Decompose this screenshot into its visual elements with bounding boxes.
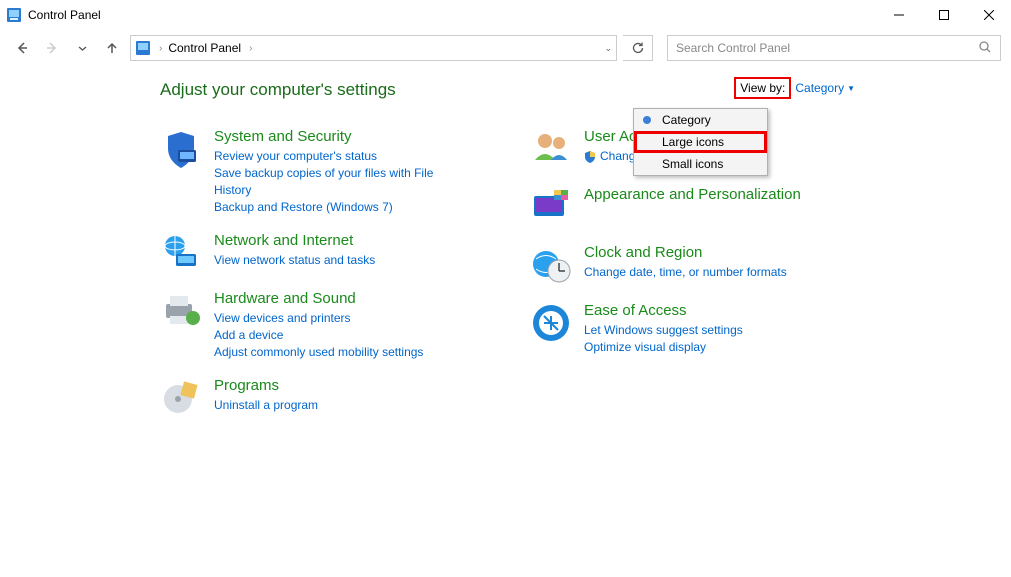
category-columns: System and Security Review your computer… bbox=[160, 128, 1011, 435]
window-controls bbox=[876, 0, 1011, 30]
category-link[interactable]: Backup and Restore (Windows 7) bbox=[214, 199, 470, 216]
category-hardware-sound: Hardware and Sound View devices and prin… bbox=[160, 290, 470, 361]
search-input[interactable]: Search Control Panel bbox=[667, 35, 1001, 61]
control-panel-icon bbox=[135, 40, 151, 56]
monitor-swatches-icon bbox=[530, 186, 572, 228]
category-title[interactable]: Clock and Region bbox=[584, 244, 787, 262]
address-dropdown-button[interactable]: ⌄ bbox=[604, 43, 612, 54]
view-by-menu-item-large-icons[interactable]: Large icons bbox=[634, 131, 767, 153]
category-link[interactable]: Review your computer's status bbox=[214, 148, 470, 165]
navigation-row: › Control Panel › ⌄ Search Control Panel bbox=[0, 30, 1011, 66]
page-heading: Adjust your computer's settings bbox=[160, 80, 1011, 100]
chevron-down-icon: ▼ bbox=[847, 84, 855, 93]
uac-shield-icon bbox=[584, 151, 596, 163]
left-column: System and Security Review your computer… bbox=[160, 128, 470, 435]
category-title[interactable]: Network and Internet bbox=[214, 232, 375, 250]
control-panel-icon bbox=[6, 7, 22, 23]
shield-monitor-icon bbox=[160, 128, 202, 170]
category-link[interactable]: Let Windows suggest settings bbox=[584, 322, 743, 339]
category-link[interactable]: Save backup copies of your files with Fi… bbox=[214, 165, 470, 199]
close-button[interactable] bbox=[966, 0, 1011, 30]
view-by-control: View by: Category ▼ Category Large icons… bbox=[734, 77, 855, 99]
category-link[interactable]: View network status and tasks bbox=[214, 252, 375, 269]
category-title[interactable]: Ease of Access bbox=[584, 302, 743, 320]
clock-globe-icon bbox=[530, 244, 572, 286]
users-icon bbox=[530, 128, 572, 170]
breadcrumb[interactable]: Control Panel bbox=[168, 41, 241, 55]
view-by-value: Category bbox=[795, 81, 844, 95]
category-link[interactable]: Optimize visual display bbox=[584, 339, 743, 356]
up-button[interactable] bbox=[100, 36, 124, 60]
category-programs: Programs Uninstall a program bbox=[160, 377, 470, 419]
category-title[interactable]: Hardware and Sound bbox=[214, 290, 423, 308]
category-clock-region: Clock and Region Change date, time, or n… bbox=[530, 244, 840, 286]
programs-icon bbox=[160, 377, 202, 419]
window-title: Control Panel bbox=[28, 8, 876, 22]
view-by-dropdown[interactable]: Category ▼ bbox=[795, 81, 855, 95]
address-bar-container: › Control Panel › ⌄ Search Control Panel bbox=[130, 35, 1001, 61]
recent-locations-button[interactable] bbox=[70, 36, 94, 60]
printer-icon bbox=[160, 290, 202, 332]
category-title[interactable]: System and Security bbox=[214, 128, 470, 146]
minimize-button[interactable] bbox=[876, 0, 921, 30]
title-bar: Control Panel bbox=[0, 0, 1011, 30]
category-network-internet: Network and Internet View network status… bbox=[160, 232, 470, 274]
globe-network-icon bbox=[160, 232, 202, 274]
refresh-button[interactable] bbox=[623, 35, 653, 61]
view-by-menu-item-category[interactable]: Category bbox=[634, 109, 767, 131]
category-title[interactable]: Programs bbox=[214, 377, 318, 395]
chevron-right-icon[interactable]: › bbox=[249, 43, 252, 54]
address-bar[interactable]: › Control Panel › ⌄ bbox=[130, 35, 617, 61]
forward-button[interactable] bbox=[40, 36, 64, 60]
category-ease-of-access: Ease of Access Let Windows suggest setti… bbox=[530, 302, 840, 356]
category-link[interactable]: Uninstall a program bbox=[214, 397, 318, 414]
ease-of-access-icon bbox=[530, 302, 572, 344]
category-link[interactable]: Change date, time, or number formats bbox=[584, 264, 787, 281]
category-system-security: System and Security Review your computer… bbox=[160, 128, 470, 216]
category-link[interactable]: Add a device bbox=[214, 327, 423, 344]
view-by-menu: Category Large icons Small icons bbox=[633, 108, 768, 176]
search-placeholder: Search Control Panel bbox=[676, 41, 978, 55]
maximize-button[interactable] bbox=[921, 0, 966, 30]
search-icon[interactable] bbox=[978, 40, 992, 57]
content-area: Adjust your computer's settings View by:… bbox=[0, 66, 1011, 435]
category-link[interactable]: Adjust commonly used mobility settings bbox=[214, 344, 423, 361]
category-appearance-personalization: Appearance and Personalization bbox=[530, 186, 840, 228]
view-by-label: View by: bbox=[734, 77, 791, 99]
category-title[interactable]: Appearance and Personalization bbox=[584, 186, 801, 204]
view-by-menu-item-small-icons[interactable]: Small icons bbox=[634, 153, 767, 175]
back-button[interactable] bbox=[10, 36, 34, 60]
chevron-right-icon[interactable]: › bbox=[159, 43, 162, 54]
category-link[interactable]: View devices and printers bbox=[214, 310, 423, 327]
